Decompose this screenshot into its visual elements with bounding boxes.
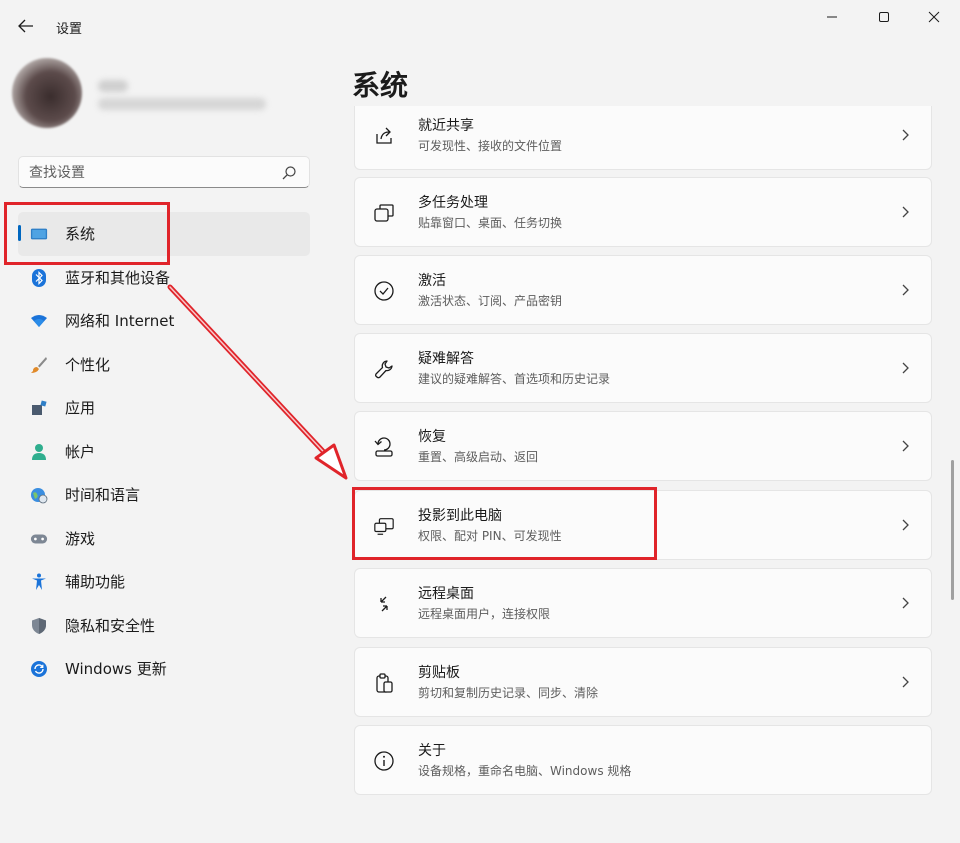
sidebar-item-network[interactable]: 网络和 Internet: [18, 299, 310, 343]
search-icon[interactable]: [281, 165, 297, 181]
back-arrow-icon: [18, 19, 33, 33]
settings-list: 就近共享 可发现性、接收的文件位置 多任务处理 贴靠窗口、桌面、任务切换 激活 …: [354, 106, 932, 843]
minimize-icon: [827, 16, 837, 18]
card-multitasking[interactable]: 多任务处理 贴靠窗口、桌面、任务切换: [354, 177, 932, 247]
page-title: 系统: [352, 69, 409, 102]
card-clipboard[interactable]: 剪贴板 剪切和复制历史记录、同步、清除: [354, 647, 932, 717]
wrench-icon: [373, 358, 395, 380]
shield-icon: [30, 617, 48, 635]
close-icon: [928, 11, 940, 23]
card-troubleshoot[interactable]: 疑难解答 建议的疑难解答、首选项和历史记录: [354, 333, 932, 403]
sidebar-item-personalization[interactable]: 个性化: [18, 343, 310, 387]
sidebar-item-label: 应用: [65, 399, 96, 418]
sidebar-item-time-language[interactable]: 时间和语言: [18, 473, 310, 517]
highlight-box-project: [352, 487, 657, 560]
card-title: 多任务处理: [418, 195, 488, 211]
card-title: 剪贴板: [418, 665, 460, 681]
multitask-icon: [373, 202, 395, 224]
chevron-right-icon: [902, 284, 909, 296]
chevron-right-icon: [902, 519, 909, 531]
avatar[interactable]: [12, 58, 82, 128]
accessibility-icon: [30, 573, 48, 591]
chevron-right-icon: [902, 206, 909, 218]
sidebar-item-label: 网络和 Internet: [65, 312, 175, 331]
card-subtitle: 激活状态、订阅、产品密钥: [418, 294, 563, 308]
sidebar-item-label: 帐户: [65, 442, 96, 461]
info-icon: [373, 750, 395, 772]
scrollbar-thumb[interactable]: [951, 460, 954, 600]
minimize-button[interactable]: [818, 6, 846, 28]
maximize-icon: [879, 12, 889, 22]
search-box[interactable]: [18, 156, 310, 188]
back-button[interactable]: [14, 14, 38, 38]
sidebar-item-windows-update[interactable]: Windows 更新: [18, 647, 310, 691]
card-remote-desktop[interactable]: 远程桌面 远程桌面用户，连接权限: [354, 568, 932, 638]
highlight-box-system: [4, 202, 170, 265]
sidebar-item-accounts[interactable]: 帐户: [18, 430, 310, 474]
share-icon: [373, 125, 395, 147]
card-title: 恢复: [418, 429, 446, 445]
sidebar-item-privacy[interactable]: 隐私和安全性: [18, 604, 310, 648]
card-subtitle: 建议的疑难解答、首选项和历史记录: [418, 372, 611, 386]
card-nearby-sharing[interactable]: 就近共享 可发现性、接收的文件位置: [354, 106, 932, 170]
card-title: 激活: [418, 273, 446, 289]
card-title: 就近共享: [418, 118, 474, 134]
apps-icon: [30, 399, 48, 417]
app-title: 设置: [56, 22, 83, 37]
card-subtitle: 剪切和复制历史记录、同步、清除: [418, 686, 599, 700]
sidebar-item-accessibility[interactable]: 辅助功能: [18, 560, 310, 604]
bluetooth-icon: [30, 268, 48, 287]
sidebar-item-label: 蓝牙和其他设备: [65, 268, 171, 287]
card-recovery[interactable]: 恢复 重置、高级启动、返回: [354, 411, 932, 481]
sidebar-item-label: 隐私和安全性: [65, 616, 156, 635]
user-name-blurred: [98, 80, 128, 92]
globe-clock-icon: [30, 486, 48, 504]
brush-icon: [30, 356, 48, 374]
user-email-blurred: [98, 98, 266, 110]
card-subtitle: 设备规格，重命名电脑、Windows 规格: [418, 764, 632, 778]
card-title: 远程桌面: [418, 586, 474, 602]
remote-desktop-icon: [373, 593, 395, 615]
sidebar-item-label: 游戏: [65, 529, 96, 548]
card-subtitle: 可发现性、接收的文件位置: [418, 139, 563, 153]
sidebar-nav: 系统 蓝牙和其他设备 网络和 Internet 个性化 应用 帐户 时间和语言 …: [18, 212, 310, 691]
chevron-right-icon: [902, 676, 909, 688]
update-icon: [30, 660, 48, 678]
sidebar-item-label: 时间和语言: [65, 486, 141, 505]
card-subtitle: 远程桌面用户，连接权限: [418, 607, 551, 621]
chevron-right-icon: [902, 440, 909, 452]
card-subtitle: 贴靠窗口、桌面、任务切换: [418, 216, 563, 230]
card-subtitle: 重置、高级启动、返回: [418, 450, 539, 464]
card-title: 疑难解答: [418, 351, 474, 367]
maximize-button[interactable]: [870, 6, 898, 28]
sidebar-item-gaming[interactable]: 游戏: [18, 517, 310, 561]
sidebar-item-label: Windows 更新: [65, 660, 167, 679]
close-button[interactable]: [920, 6, 948, 28]
sidebar-item-label: 辅助功能: [65, 573, 126, 592]
card-title: 关于: [418, 743, 446, 759]
wifi-icon: [30, 312, 48, 330]
account-icon: [30, 443, 48, 461]
check-circle-icon: [373, 280, 395, 302]
chevron-right-icon: [902, 129, 909, 141]
recovery-icon: [373, 436, 395, 458]
title-bar: 设置: [0, 0, 960, 50]
clipboard-icon: [373, 672, 395, 694]
chevron-right-icon: [902, 597, 909, 609]
gamepad-icon: [30, 530, 48, 548]
search-input[interactable]: [29, 163, 269, 183]
card-activation[interactable]: 激活 激活状态、订阅、产品密钥: [354, 255, 932, 325]
sidebar-item-label: 个性化: [65, 355, 111, 374]
chevron-right-icon: [902, 362, 909, 374]
card-about[interactable]: 关于 设备规格，重命名电脑、Windows 规格: [354, 725, 932, 795]
sidebar-item-apps[interactable]: 应用: [18, 386, 310, 430]
